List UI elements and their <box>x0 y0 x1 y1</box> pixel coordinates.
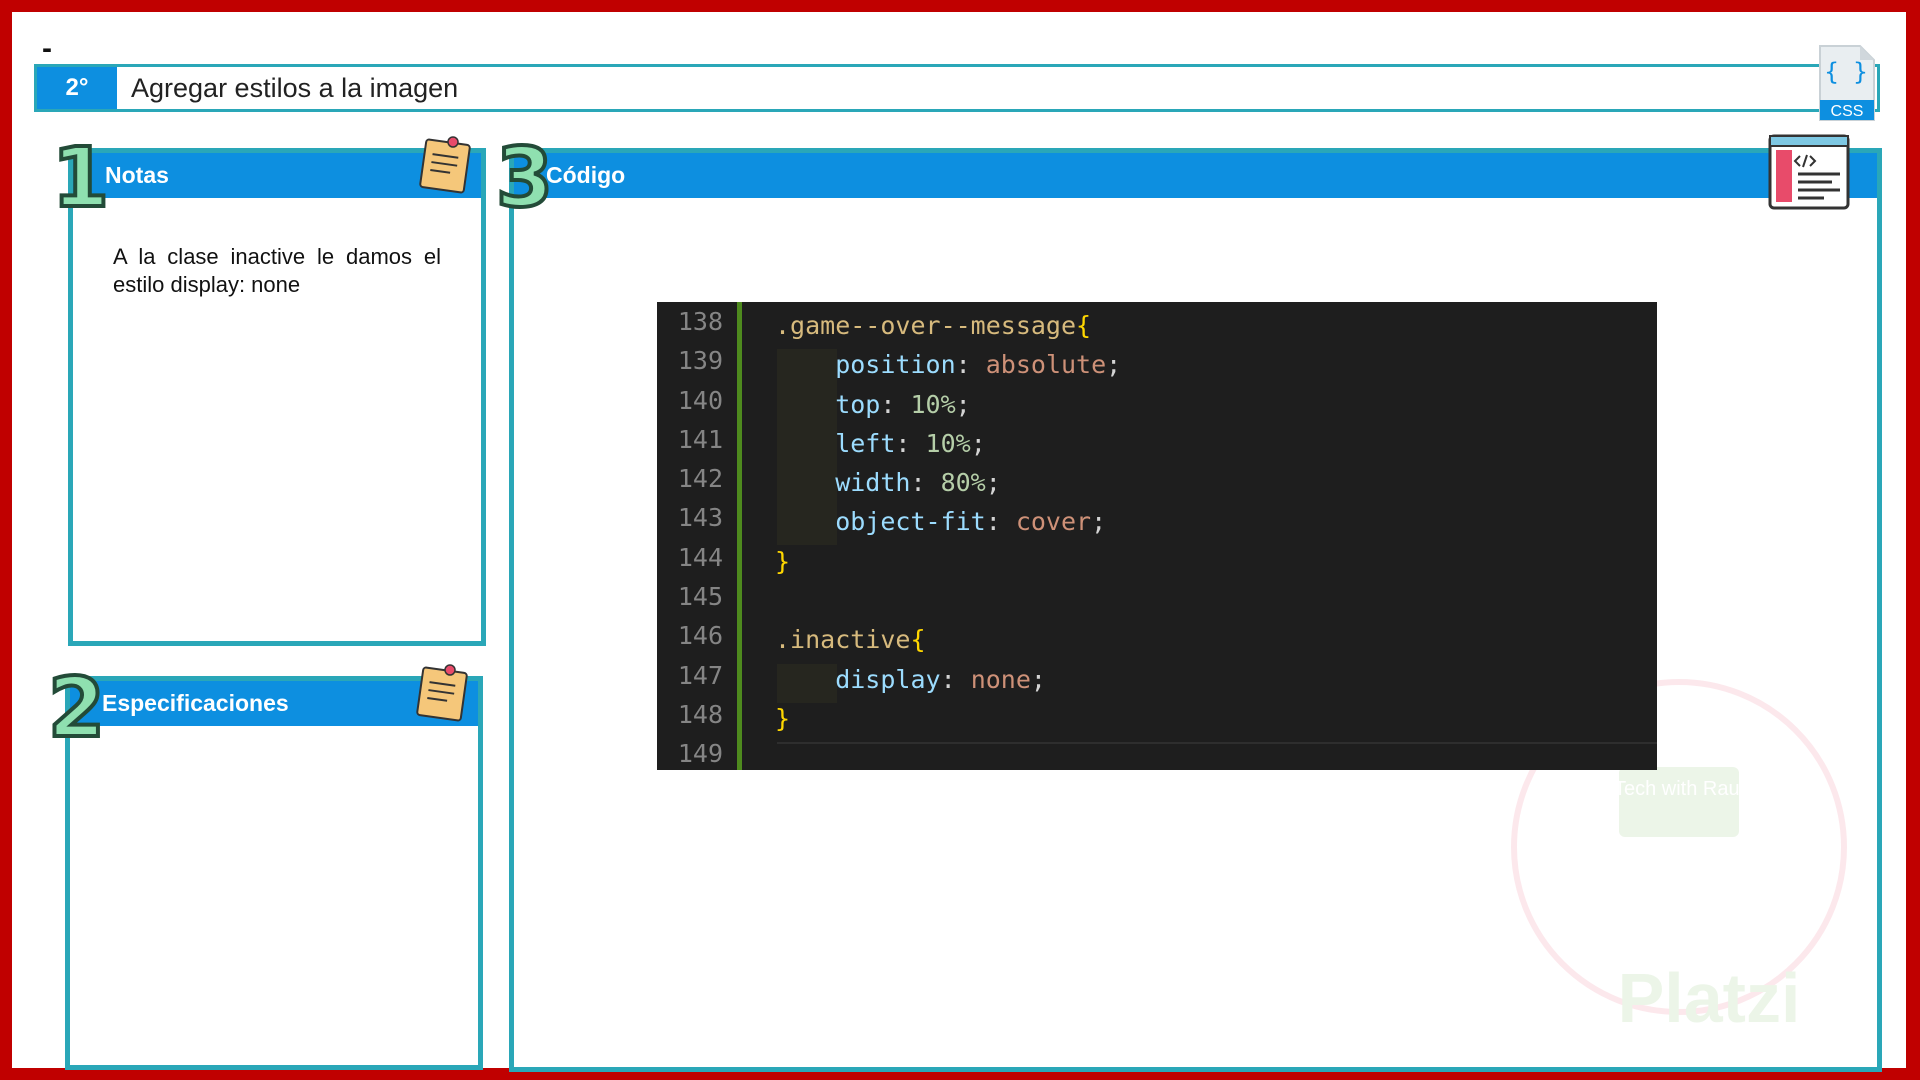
code-token: 80% <box>940 468 986 498</box>
code-token: object-fit <box>775 507 986 537</box>
code-line: } <box>775 542 1657 581</box>
code-token: absolute <box>985 350 1107 380</box>
line-number: 143 <box>677 503 723 533</box>
code-line: } <box>775 699 1657 738</box>
notes-number: 1 <box>50 131 111 226</box>
code-token: cover <box>1015 507 1092 537</box>
line-number: 148 <box>677 699 723 729</box>
specs-panel: Especificaciones <box>65 676 483 1070</box>
code-token: none <box>970 664 1031 694</box>
code-token: ; <box>970 428 986 458</box>
code-token: ; <box>1106 350 1122 380</box>
line-number: 138 <box>677 307 723 336</box>
line-number: 145 <box>677 582 723 612</box>
code-line: .inactive{ <box>775 620 1657 659</box>
code-title: Código <box>546 162 626 188</box>
code-token: : <box>940 664 971 694</box>
code-line: width: 80%; <box>775 463 1657 502</box>
line-number: 139 <box>677 346 723 376</box>
code-token: position <box>775 350 956 380</box>
step-title: Agregar estilos a la imagen <box>131 72 459 103</box>
css-badge-label: CSS <box>1831 103 1864 120</box>
dash-mark: - <box>42 32 52 65</box>
code-token: : <box>910 468 941 498</box>
line-number: 140 <box>677 385 723 415</box>
step-number: 2° <box>37 67 117 109</box>
code-screenshot: 138 139 140 141 142 143 144 145 146 147 148 149 .ga… <box>657 302 1657 770</box>
specs-number: 2 <box>46 661 107 756</box>
code-token: ; <box>1091 507 1107 537</box>
notes-title: Notas <box>105 162 169 188</box>
code-token: 10% <box>925 428 971 458</box>
code-token: 10% <box>910 389 956 419</box>
code-token: display <box>775 664 941 694</box>
sticky-note-icon <box>417 132 475 196</box>
css-braces: { } <box>1824 58 1867 86</box>
code-line: object-fit: cover; <box>775 502 1657 541</box>
code-token: top <box>775 389 881 419</box>
code-token: : <box>985 507 1016 537</box>
code-token: : <box>880 389 911 419</box>
css-file-icon: { } CSS <box>1816 44 1878 122</box>
notes-panel: Notas A la clase inactive le damos el es… <box>68 148 486 646</box>
line-number: 141 <box>677 424 723 454</box>
code-line: .game--over--message{ <box>775 306 1657 345</box>
code-line: position: absolute; <box>775 345 1657 384</box>
step-bar: 2° Agregar estilos a la imagen <box>34 64 1880 112</box>
code-token: ; <box>1030 664 1046 694</box>
specs-title: Especificaciones <box>102 690 289 716</box>
line-number-gutter: 138 139 140 141 142 143 144 145 146 147 148 149 <box>657 302 737 770</box>
code-token: { <box>1076 311 1092 340</box>
code-token: .inactive <box>775 625 911 655</box>
code-line: display: none; <box>775 660 1657 699</box>
line-number: 146 <box>677 621 723 651</box>
code-token: ; <box>985 468 1001 498</box>
code-token: } <box>775 546 791 576</box>
code-token: ; <box>955 389 971 419</box>
code-token: .game--over--message <box>775 311 1077 340</box>
line-number: 144 <box>677 542 723 572</box>
line-number: 149 <box>677 739 723 769</box>
watermark-badge: Tech with Raul <box>1614 778 1744 800</box>
code-number: 3 <box>494 131 555 226</box>
code-token: : <box>955 350 986 380</box>
watermark-brand: Platzi <box>1618 959 1801 1037</box>
line-number: 147 <box>677 660 723 690</box>
code-editor-icon <box>1768 134 1850 210</box>
code-token: width <box>775 468 911 498</box>
code-token: left <box>775 428 896 458</box>
code-token: } <box>775 703 791 733</box>
code-line: left: 10%; <box>775 424 1657 463</box>
sticky-note-icon <box>414 660 472 724</box>
git-change-bar <box>737 302 742 770</box>
code-token: { <box>910 625 926 655</box>
code-header: Código <box>514 153 1877 198</box>
notes-text: A la clase inactive le damos el estilo d… <box>113 244 441 297</box>
code-lines: .game--over--message{ position: absolute… <box>775 306 1657 770</box>
code-token: : <box>895 428 926 458</box>
line-number: 142 <box>677 464 723 494</box>
slide-canvas: - 2° Agregar estilos a la imagen { } CSS… <box>12 12 1906 1072</box>
code-line: top: 10%; <box>775 385 1657 424</box>
